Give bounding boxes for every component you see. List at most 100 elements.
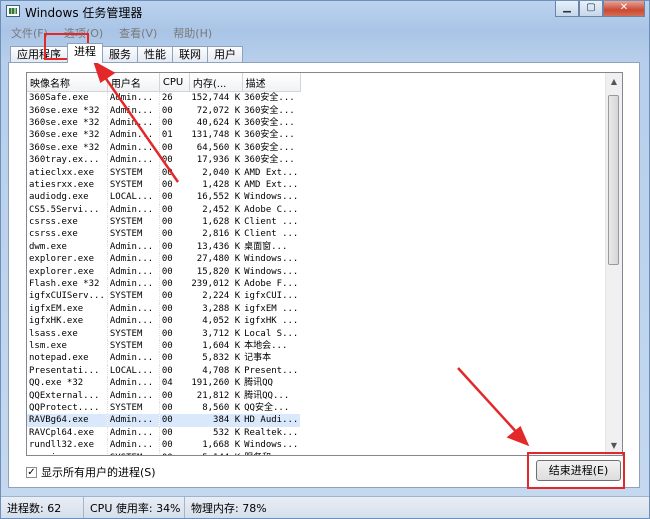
process-row[interactable]: dwm.exe Admin... 00 13,436 K 桌面窗... xyxy=(27,240,300,254)
process-row[interactable]: RAVCpl64.exe Admin... 00 532 K Realtek... xyxy=(27,426,300,439)
tab-performance[interactable]: 性能 xyxy=(137,46,173,63)
process-name: igfxHK.exe xyxy=(27,315,108,328)
title-bar[interactable]: Windows 任务管理器 ▁ ▢ ✕ xyxy=(1,1,649,23)
scroll-up-icon[interactable]: ▲ xyxy=(608,75,620,89)
process-user: LOCAL... xyxy=(107,364,160,377)
process-row[interactable]: CS5.5Servi... Admin... 00 2,452 K Adobe C... xyxy=(27,203,300,216)
tab-networking[interactable]: 联网 xyxy=(172,46,208,63)
process-row[interactable]: atieclxx.exe SYSTEM 00 2,040 K AMD Ext... xyxy=(27,166,300,179)
process-row[interactable]: Flash.exe *32 Admin... 00 239,012 K Adobe F.… xyxy=(27,277,300,291)
process-row[interactable]: 360se.exe *32 Admin... 00 40,624 K 360安全... xyxy=(27,116,300,130)
process-row[interactable]: igfxEM.exe Admin... 00 3,288 KigfxEM ... xyxy=(27,302,300,316)
process-list[interactable]: 映像名称 用户名 CPU 内存(... 描述 360Safe.exe Admin.… xyxy=(26,72,623,456)
process-row[interactable]: lsass.exe SYSTEM 00 3,712 K Local S... xyxy=(27,327,300,340)
process-row[interactable]: lsm.exe SYSTEM 00 1,604 K 本地会... xyxy=(27,339,300,353)
column-cpu[interactable]: CPU xyxy=(159,73,190,92)
process-row[interactable]: notepad.exe Admin... 00 5,832 K 记事本 xyxy=(27,352,300,365)
process-memory: 3,712 K xyxy=(202,328,241,339)
process-memory: 2,040 K xyxy=(202,167,241,178)
process-row[interactable]: Presentati... LOCAL... 00 4,708 K Present... xyxy=(27,364,300,377)
process-user: Admin... xyxy=(107,302,160,316)
process-memory: 4,708 K xyxy=(202,365,241,376)
scroll-thumb[interactable] xyxy=(608,95,619,265)
process-user: LOCAL... xyxy=(107,191,160,204)
process-user: Admin... xyxy=(107,277,160,291)
process-name: QQ.exe *32 xyxy=(27,376,108,390)
process-cpu: 26 xyxy=(161,93,173,104)
process-name: RAVCpl64.exe xyxy=(27,426,108,439)
process-row[interactable]: services.exeSYSTEM005,144 K服务和... xyxy=(27,451,300,455)
tab-users[interactable]: 用户 xyxy=(207,46,243,63)
show-all-users[interactable]: ✓ 显示所有用户的进程(S) xyxy=(26,464,156,480)
minimize-button[interactable]: ▁ xyxy=(555,1,579,17)
process-memory: 152,744 K xyxy=(191,93,241,104)
process-row[interactable]: explorer.exe Admin... 00 15,820 K Windows... xyxy=(27,265,300,278)
process-memory: 27,480 K xyxy=(196,254,241,265)
process-row[interactable]: QQProtect.... SYSTEM 00 8,560 K QQ安全... xyxy=(27,401,300,415)
process-row[interactable]: igfxCUIServ... SYSTEM 00 2,224 KigfxCUI... xyxy=(27,290,300,303)
column-user-name[interactable]: 用户名 xyxy=(107,73,160,92)
process-name: RAVBg64.exe xyxy=(27,414,108,427)
process-memory: 191,260 K xyxy=(191,378,241,389)
process-name: QQProtect.... xyxy=(27,401,108,415)
process-user: Admin... xyxy=(107,141,160,154)
tab-processes[interactable]: 进程 xyxy=(67,43,103,63)
process-row[interactable]: QQExternal... Admin... 00 21,812 K 腾讯QQ... xyxy=(27,389,300,402)
process-row[interactable]: 360se.exe *32 Admin... 00 64,560 K 360安全... xyxy=(27,141,300,154)
process-name: notepad.exe xyxy=(27,352,108,365)
vertical-scrollbar[interactable]: ▲ ▼ xyxy=(605,73,622,455)
menu-bar: 文件(F) 选项(O) 查看(V) 帮助(H) xyxy=(1,23,649,41)
process-row[interactable]: 360Safe.exe Admin... 26 152,744 K 360安全... xyxy=(27,91,300,105)
process-memory: 64,560 K xyxy=(196,142,241,153)
process-cpu: 00 xyxy=(161,390,173,401)
process-row[interactable]: RAVBg64.exe Admin... 00 384 K HD Audi... xyxy=(27,414,301,427)
process-memory: 16,552 K xyxy=(196,192,241,203)
process-user: Admin... xyxy=(107,116,160,130)
scroll-down-icon[interactable]: ▼ xyxy=(608,439,620,453)
show-all-users-checkbox[interactable]: ✓ xyxy=(26,466,37,478)
process-memory: 239,012 K xyxy=(191,279,241,290)
process-cpu: 00 xyxy=(161,328,173,339)
process-description: Local S... xyxy=(244,328,299,339)
tab-services[interactable]: 服务 xyxy=(102,46,138,63)
status-bar: 进程数: 62 CPU 使用率: 34% 物理内存: 78% xyxy=(1,496,649,518)
column-description[interactable]: 描述 xyxy=(242,73,301,92)
process-row[interactable]: 360se.exe *32 Admin... 00 72,072 K 360安全... xyxy=(27,104,300,117)
process-memory: 8,560 K xyxy=(202,402,241,413)
process-cpu: 00 xyxy=(161,155,173,166)
process-row[interactable]: rundll32.exe Admin... 00 1,668 K Windows... xyxy=(27,438,300,452)
process-row[interactable]: atiesrxx.exe SYSTEM 00 1,428 K AMD Ext... xyxy=(27,178,300,192)
process-memory: 3,288 K xyxy=(202,303,241,314)
process-row[interactable]: QQ.exe *32 Admin... 04 191,260 K 腾讯QQ xyxy=(27,376,300,390)
process-name: atieclxx.exe xyxy=(27,166,108,179)
process-cpu: 00 xyxy=(161,105,173,116)
process-cpu: 00 xyxy=(161,117,173,128)
process-memory: 532 K xyxy=(213,427,241,438)
process-row[interactable]: igfxHK.exe Admin... 00 4,052 KigfxHK ... xyxy=(27,315,300,328)
highlight-end-process-button xyxy=(527,452,625,489)
process-row[interactable]: csrss.exe SYSTEM 00 1,628 K Client ... xyxy=(27,215,300,229)
process-row[interactable]: 360se.exe *32 Admin... 01 131,748 K 360安全... xyxy=(27,129,300,142)
process-row[interactable]: 360tray.ex... Admin... 00 17,936 K 360安全... xyxy=(27,153,300,167)
process-description: Client ... xyxy=(244,229,299,240)
close-button[interactable]: ✕ xyxy=(603,1,645,17)
process-name: Flash.exe *32 xyxy=(27,277,108,291)
process-cpu: 00 xyxy=(161,341,173,351)
process-cpu: 00 xyxy=(161,204,173,215)
process-name: csrss.exe xyxy=(27,228,108,241)
process-row[interactable]: explorer.exe Admin... 00 27,480 K Windows... xyxy=(27,253,300,266)
menu-help[interactable]: 帮助(H) xyxy=(163,23,218,41)
column-image-name[interactable]: 映像名称 xyxy=(27,73,108,92)
process-row[interactable]: audiodg.exe LOCAL... 00 16,552 K Windows... xyxy=(27,191,300,204)
process-user: Admin... xyxy=(107,426,160,439)
process-name: 360se.exe *32 xyxy=(27,104,108,117)
process-row[interactable]: csrss.exe SYSTEM 00 2,816 K Client ... xyxy=(27,228,300,241)
column-memory[interactable]: 内存(... xyxy=(189,73,243,92)
maximize-button[interactable]: ▢ xyxy=(579,1,603,17)
process-memory: 1,428 K xyxy=(202,179,241,190)
process-description: 360安全... xyxy=(244,93,295,104)
process-description: HD Audi... xyxy=(242,414,301,427)
process-memory: 15,820 K xyxy=(196,266,241,277)
process-cpu: 00 xyxy=(161,241,173,252)
menu-view[interactable]: 查看(V) xyxy=(109,23,163,41)
